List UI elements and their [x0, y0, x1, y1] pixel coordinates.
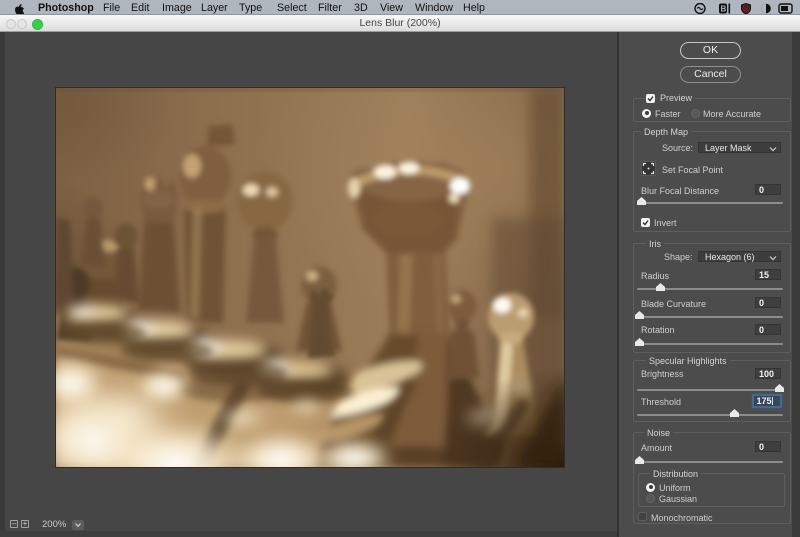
svg-text:B: B	[721, 4, 727, 13]
